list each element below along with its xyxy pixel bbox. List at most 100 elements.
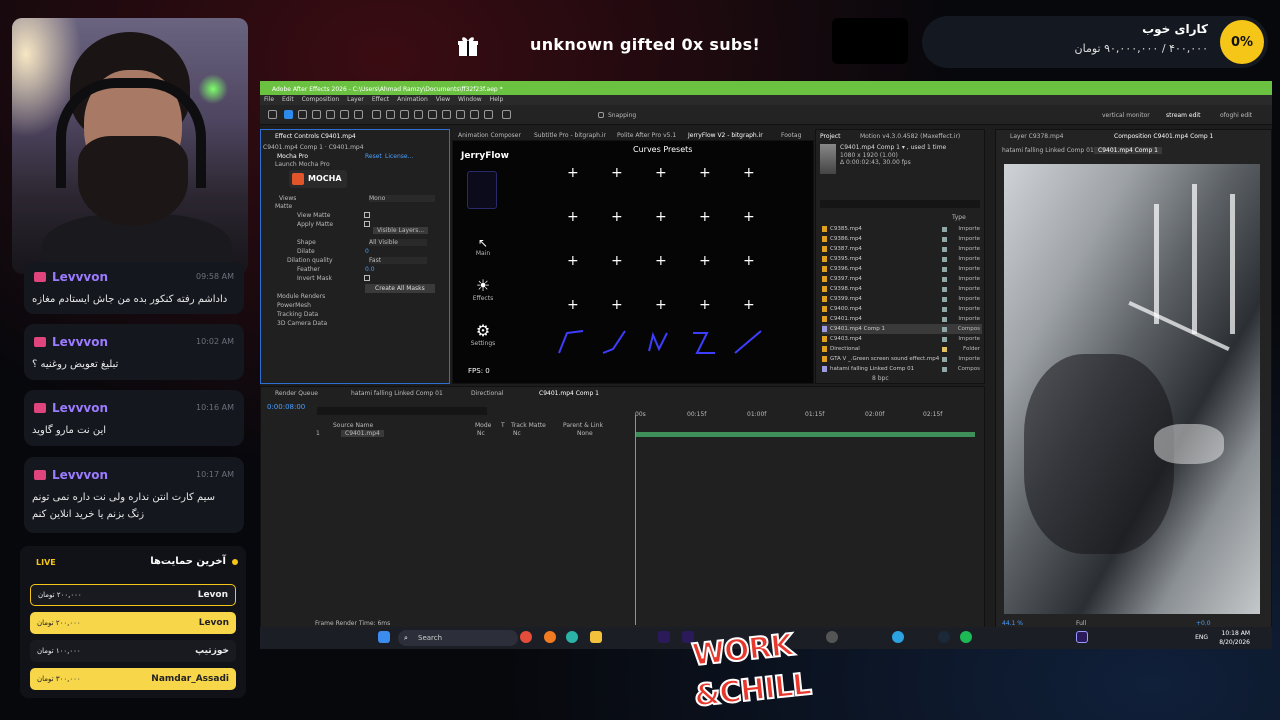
dilation-quality-dropdown[interactable]: Fast [369, 257, 427, 264]
tab-layer[interactable]: Layer C9378.mp4 [1010, 133, 1063, 140]
project-item[interactable]: C9401.mp4 Importe [822, 314, 982, 324]
tab-animation-composer[interactable]: Animation Composer [458, 132, 521, 139]
curve-preset-add[interactable]: + [611, 209, 623, 225]
obs-icon[interactable] [826, 631, 838, 643]
curve-preset-add[interactable]: + [611, 297, 623, 313]
reset-link[interactable]: Reset [365, 153, 382, 160]
label-color-swatch[interactable] [942, 256, 947, 262]
curve-preset-thumb[interactable] [689, 329, 719, 355]
edge-icon[interactable] [566, 631, 578, 643]
project-item[interactable]: C9403.mp4 Importe [822, 334, 982, 344]
section-module-renders[interactable]: Module Renders [277, 293, 325, 300]
start-icon[interactable] [378, 631, 390, 643]
curve-preset-thumb[interactable] [733, 329, 763, 355]
chrome-icon[interactable] [520, 631, 532, 643]
language-indicator[interactable]: ENG [1195, 634, 1208, 641]
project-item[interactable]: C9386.mp4 Importe [822, 234, 982, 244]
curve-preset-add[interactable]: + [743, 253, 755, 269]
curve-preset-add[interactable]: + [655, 297, 667, 313]
project-item[interactable]: C9400.mp4 Importe [822, 304, 982, 314]
nav-effects[interactable]: ☀ Effects [465, 276, 501, 302]
curve-preset-add[interactable]: + [567, 253, 579, 269]
curve-preset-add[interactable]: + [655, 253, 667, 269]
brush-tool-icon[interactable] [442, 110, 451, 119]
curve-preset-add[interactable]: + [611, 253, 623, 269]
workspace-stream-edit[interactable]: stream edit [1166, 112, 1200, 119]
tab-project[interactable]: Project [820, 133, 841, 140]
workspace-ofoghi-edit[interactable]: ofoghi edit [1220, 112, 1252, 119]
create-masks-button[interactable]: Create All Masks [365, 284, 435, 293]
folder-icon[interactable] [590, 631, 602, 643]
menu-help[interactable]: Help [490, 95, 504, 105]
label-color-swatch[interactable] [942, 346, 947, 352]
curves-nav-icon[interactable] [467, 171, 497, 209]
label-color-swatch[interactable] [942, 356, 947, 362]
curve-preset-add[interactable]: + [611, 165, 623, 181]
menu-window[interactable]: Window [458, 95, 482, 105]
curve-preset-add[interactable]: + [699, 297, 711, 313]
pen-tool-icon[interactable] [414, 110, 423, 119]
project-item[interactable]: Directional Folder [822, 344, 982, 354]
ae-taskbar-icon[interactable] [1076, 631, 1088, 643]
label-color-swatch[interactable] [942, 306, 947, 312]
eraser-tool-icon[interactable] [470, 110, 479, 119]
current-time[interactable]: 0:00:08:00 [267, 403, 305, 411]
visible-layers-tooltip[interactable]: Visible Layers... [373, 227, 429, 234]
view-matte-checkbox[interactable] [364, 212, 370, 218]
label-color-swatch[interactable] [942, 246, 947, 252]
telegram-icon[interactable] [892, 631, 904, 643]
label-color-swatch[interactable] [942, 226, 947, 232]
comp-breadcrumb-1[interactable]: hatami falling Linked Comp 01 [1002, 147, 1094, 154]
dilate-value[interactable]: 0 [365, 248, 369, 255]
system-clock[interactable]: 10:18 AM 8/20/2026 [1219, 629, 1250, 647]
curve-preset-add[interactable]: + [655, 165, 667, 181]
tab-footage[interactable]: Footag [781, 132, 801, 139]
project-item[interactable]: C9397.mp4 Importe [822, 274, 982, 284]
tab-effect-controls[interactable]: Effect Controls C9401.mp4 [275, 133, 356, 140]
feather-value[interactable]: 0.0 [365, 266, 375, 273]
menu-view[interactable]: View [436, 95, 450, 105]
tab-c9401-comp[interactable]: C9401.mp4 Comp 1 [539, 390, 599, 397]
label-color-swatch[interactable] [942, 296, 947, 302]
menu-effect[interactable]: Effect [372, 95, 389, 105]
project-item[interactable]: hatami falling Linked Comp 01 Compos [822, 364, 982, 374]
curve-preset-thumb[interactable] [557, 329, 587, 355]
curve-preset-thumb[interactable] [601, 329, 631, 355]
label-color-swatch[interactable] [942, 316, 947, 322]
layer-name[interactable]: C9401.mp4 [341, 430, 384, 437]
shape-dropdown[interactable]: All Visible [369, 239, 427, 246]
clone-tool-icon[interactable] [456, 110, 465, 119]
comp-breadcrumb-2[interactable]: C9401.mp4 Comp 1 [1094, 147, 1162, 154]
effect-name[interactable]: Mocha Pro [277, 153, 308, 160]
tab-motion[interactable]: Motion v4.3.0.4582 (Maxeffect.ir) [860, 133, 960, 140]
layer-duration-bar[interactable] [635, 432, 975, 437]
nav-settings[interactable]: ⚙ Settings [465, 321, 501, 347]
mocha-button[interactable]: MOCHA [289, 170, 347, 188]
layer-row[interactable]: 1 C9401.mp4 Nc Nc None [261, 430, 633, 438]
label-color-swatch[interactable] [942, 276, 947, 282]
rectangle-tool-icon[interactable] [400, 110, 409, 119]
project-item[interactable]: C9396.mp4 Importe [822, 264, 982, 274]
project-item[interactable]: C9385.mp4 Importe [822, 224, 982, 234]
orbit-tool-icon[interactable] [326, 110, 335, 119]
layer-track-matte[interactable]: Nc [513, 430, 521, 437]
tab-subtitle-pro[interactable]: Subtitle Pro - bitgraph.ir [534, 132, 606, 139]
tab-hatami-comp[interactable]: hatami falling Linked Comp 01 [351, 390, 443, 397]
curve-preset-add[interactable]: + [743, 297, 755, 313]
launch-mocha[interactable]: Launch Mocha Pro [275, 161, 330, 168]
firefox-icon[interactable] [544, 631, 556, 643]
roto-tool-icon[interactable] [484, 110, 493, 119]
label-color-swatch[interactable] [942, 266, 947, 272]
curve-preset-add[interactable]: + [567, 209, 579, 225]
zoom-tool-icon[interactable] [312, 110, 321, 119]
timeline-search-input[interactable] [317, 407, 487, 415]
curve-preset-add[interactable]: + [743, 165, 755, 181]
label-color-swatch[interactable] [942, 336, 947, 342]
composition-preview[interactable] [1004, 164, 1260, 614]
layer-mode[interactable]: Nc [477, 430, 485, 437]
bit-depth[interactable]: 8 bpc [872, 375, 889, 382]
zoom-dropdown[interactable]: 44.1 % [1002, 620, 1023, 627]
matte-group[interactable]: Matte [275, 203, 292, 210]
workspace-vertical-monitor[interactable]: vertical monitor [1102, 112, 1150, 119]
curve-preset-add[interactable]: + [655, 209, 667, 225]
